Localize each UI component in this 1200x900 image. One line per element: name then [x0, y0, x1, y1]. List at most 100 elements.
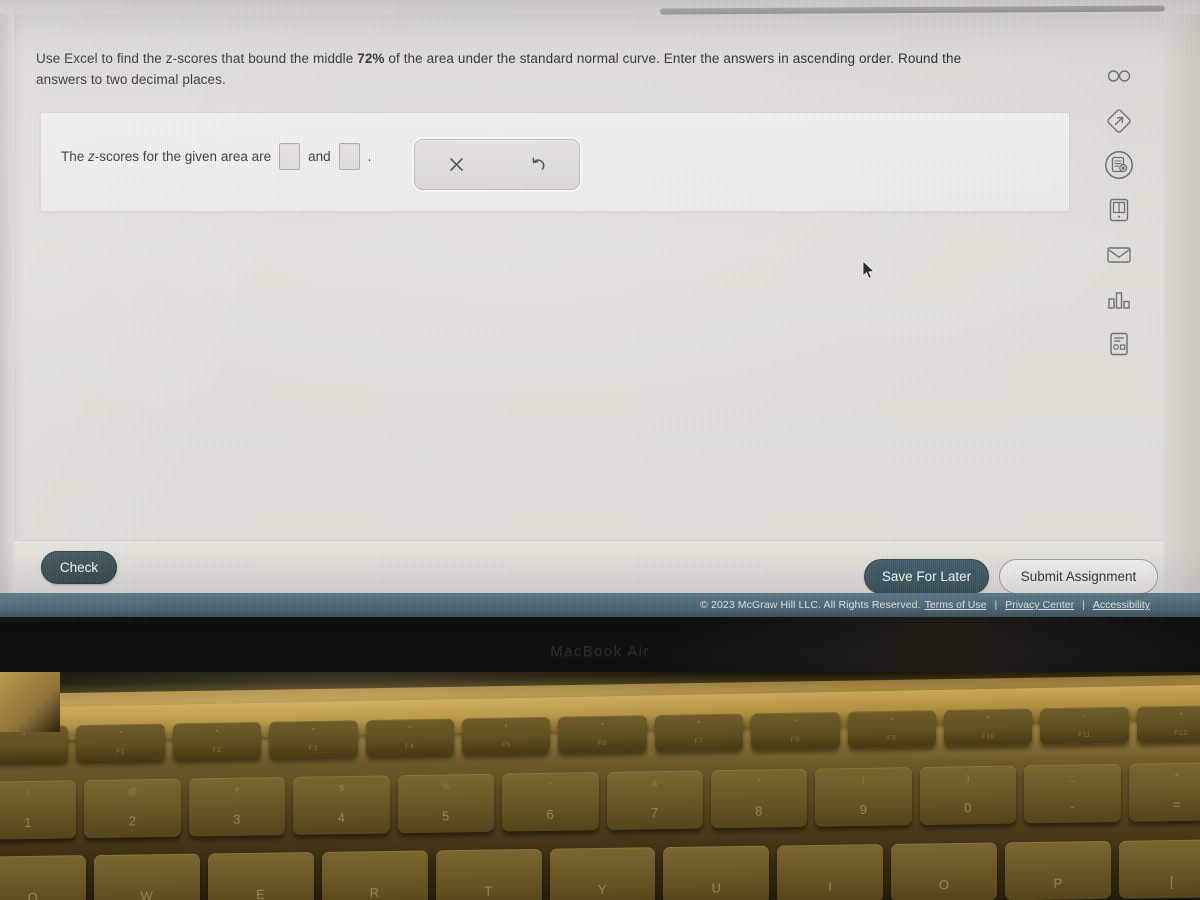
keyboard-key[interactable]: I: [777, 844, 884, 900]
keyboard-key[interactable]: ▪ F5: [461, 716, 551, 755]
keyboard-key[interactable]: ▪ F9: [847, 710, 936, 748]
save-for-later-button[interactable]: Save For Later: [864, 559, 989, 594]
key-label: 9: [859, 801, 868, 817]
key-shift-label: ^: [548, 779, 553, 790]
sidebar-item-reference[interactable]: [1094, 190, 1144, 230]
mouse-pointer-icon: [862, 260, 876, 284]
keyboard-key[interactable]: + =: [1128, 762, 1200, 822]
keyboard-key[interactable]: ▪ F6: [558, 715, 647, 753]
keyboard-key[interactable]: ▪ F3: [269, 720, 358, 758]
question-prompt: Use Excel to find the z-scores that boun…: [36, 48, 1036, 90]
key-shift-label: *: [757, 776, 761, 787]
accessibility-link[interactable]: Accessibility: [1093, 599, 1150, 611]
envelope-icon: [1106, 245, 1132, 265]
answer-label-prefix: The z-scores for the given area are: [61, 149, 271, 164]
keyboard-key[interactable]: R: [321, 850, 428, 900]
keyboard-key[interactable]: ▪ F2: [172, 721, 262, 760]
keyboard-key[interactable]: ▪ F12: [1136, 705, 1200, 743]
key-shift-label: $: [338, 783, 344, 794]
page-right-margin: [1164, 14, 1200, 594]
key-function-glyph: ▪: [408, 724, 411, 732]
keyboard-key[interactable]: O: [891, 842, 998, 900]
key-label: 0: [964, 800, 972, 816]
question-text-part1: Use Excel to find the z-scores that boun…: [36, 51, 358, 66]
key-label: F1: [116, 748, 126, 756]
undo-arrow-icon: [529, 156, 547, 174]
privacy-center-link[interactable]: Privacy Center: [1005, 599, 1074, 611]
key-label: 8: [755, 803, 764, 819]
sidebar-item-message[interactable]: [1094, 235, 1144, 275]
keyboard-key[interactable]: Y: [549, 847, 656, 900]
key-function-glyph: ▪: [697, 719, 701, 727]
answer-italic-z: z: [88, 149, 95, 164]
keyboard-key[interactable]: % 5: [397, 773, 495, 834]
key-label: F6: [597, 739, 608, 748]
keyboard-key[interactable]: W: [93, 853, 200, 900]
keyboard-key[interactable]: ▪ F8: [751, 711, 840, 750]
keyboard-key[interactable]: (9: [815, 767, 912, 827]
keyboard-key[interactable]: ▪ F11: [1040, 706, 1129, 745]
sidebar-item-hint[interactable]: [1094, 145, 1144, 185]
keyboard-key[interactable]: & 7: [606, 770, 703, 830]
clear-answer-button[interactable]: [415, 140, 497, 189]
keyboard-key[interactable]: _ -: [1024, 763, 1121, 824]
key-label: F10: [981, 733, 995, 741]
answer-conjunction: and: [308, 149, 331, 164]
keyboard-key[interactable]: ▪ F4: [365, 718, 454, 757]
key-label: R: [369, 885, 380, 900]
key-label: F4: [405, 743, 415, 751]
key-function-glyph: ▪: [312, 726, 315, 734]
key-label: F2: [212, 746, 222, 754]
key-function-glyph: ▪: [1083, 712, 1086, 720]
key-shift-label: +: [1174, 769, 1180, 781]
submit-assignment-button[interactable]: Submit Assignment: [999, 559, 1158, 594]
footer-separator-1: |: [994, 599, 998, 611]
sidebar-item-accessibility-reader[interactable]: [1094, 56, 1144, 96]
keyboard-key[interactable]: E: [207, 852, 314, 900]
key-function-glyph: ▪: [794, 717, 797, 725]
key-label: O: [938, 877, 950, 893]
key-label: F12: [1174, 729, 1188, 738]
key-label: -: [1070, 798, 1075, 814]
answer-prefix-text: The: [61, 149, 89, 164]
keyboard-key[interactable]: $4: [293, 775, 390, 835]
answer-input-2[interactable]: [338, 143, 360, 170]
key-function-glyph: ▪: [601, 720, 604, 729]
tool-sidebar: [1094, 40, 1150, 356]
sidebar-item-statistics[interactable]: [1094, 280, 1144, 320]
keyboard-key[interactable]: @2: [84, 778, 181, 839]
key-shift-label: %: [441, 781, 450, 792]
key-label: I: [828, 878, 833, 894]
terms-of-use-link[interactable]: Terms of Use: [925, 599, 987, 611]
check-button[interactable]: Check: [41, 551, 117, 584]
key-label: [0, 756, 68, 758]
keyboard-key[interactable]: [: [1119, 839, 1200, 899]
assignment-action-bar: Check Save For Later Submit Assignment: [14, 540, 1164, 594]
key-shift-label: !: [26, 788, 30, 799]
key-label: 4: [337, 810, 346, 826]
key-function-glyph: ▪: [504, 722, 508, 730]
answer-prefix-rest: -scores for the given area are: [94, 149, 272, 164]
keyboard-key[interactable]: ▪ F10: [943, 708, 1033, 747]
key-label: F11: [1077, 731, 1092, 739]
answer-input-1[interactable]: [279, 143, 301, 170]
keyboard-key[interactable]: ) 0: [919, 765, 1017, 826]
document-hint-icon: [1103, 149, 1135, 181]
keyboard-key[interactable]: ▪ F7: [654, 713, 744, 752]
keyboard-key[interactable]: * 8: [710, 768, 808, 829]
sidebar-item-navigation[interactable]: [1094, 101, 1144, 141]
keyboard-key[interactable]: ^ 6: [502, 772, 599, 832]
keyboard-key[interactable]: U: [663, 845, 770, 900]
keyboard-key[interactable]: Q: [0, 855, 86, 900]
keyboard-key[interactable]: #3: [188, 776, 286, 837]
page-left-margin: [0, 14, 14, 594]
keyboard-key[interactable]: P: [1005, 840, 1112, 900]
undo-button[interactable]: [497, 140, 579, 189]
keyboard-key[interactable]: ! 1: [0, 780, 77, 840]
sidebar-item-data-sheet[interactable]: [1094, 324, 1144, 364]
answer-period: .: [367, 149, 372, 164]
keyboard-key[interactable]: ▪ F1: [76, 723, 165, 762]
key-label: T: [484, 883, 493, 899]
key-label: F3: [308, 744, 318, 753]
keyboard-key[interactable]: T: [435, 848, 542, 900]
